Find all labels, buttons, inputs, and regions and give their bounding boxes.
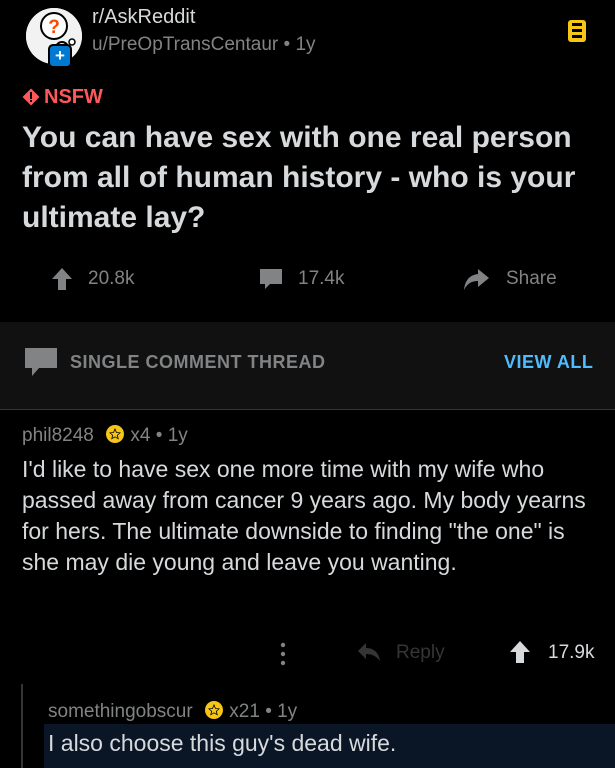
post-author[interactable]: u/PreOpTransCentaur (92, 34, 278, 55)
comment-thread-icon (25, 348, 57, 376)
comment-body: I'd like to have sex one more time with … (22, 456, 586, 575)
svg-text:?: ? (48, 17, 60, 38)
upvote-arrow-icon (510, 641, 530, 663)
post-title[interactable]: You can have sex with one real person fr… (22, 118, 602, 238)
share-button[interactable]: Share (462, 266, 557, 298)
award-icon[interactable] (105, 424, 125, 444)
comment-author[interactable]: phil8248 (22, 425, 94, 446)
comment-action-bar: Reply 17.9k (0, 636, 615, 672)
comment-bubble-icon (260, 269, 282, 289)
upvote-count: 20.8k (88, 268, 135, 289)
post-author-line: u/PreOpTransCentaur • 1y (92, 34, 316, 56)
upvote-button[interactable]: 20.8k (50, 266, 134, 298)
reply-meta: somethingobscur x21 • 1y (48, 700, 297, 723)
add-community-icon[interactable]: + (48, 44, 72, 68)
save-icon[interactable] (567, 19, 587, 43)
comment-award-count: x4 (130, 425, 151, 446)
view-all-link[interactable]: VIEW ALL (504, 352, 593, 373)
nsfw-warning-icon (22, 88, 40, 106)
comment-vote-count: 17.9k (548, 642, 595, 663)
upvote-arrow-icon (52, 268, 72, 290)
reply-author[interactable]: somethingobscur (48, 701, 193, 722)
reply-arrow-icon (358, 643, 380, 661)
reply-button[interactable]: Reply (356, 640, 445, 668)
nsfw-badge: NSFW (44, 86, 103, 108)
post-age: 1y (295, 34, 316, 55)
comment-upvote-button[interactable]: 17.9k (508, 640, 594, 670)
post-action-bar: 20.8k 17.4k Share (0, 258, 615, 302)
post-age-separator: • (283, 34, 291, 55)
reply-body: I also choose this guy's dead wife. (48, 730, 397, 756)
comment-meta: phil8248 x4 • 1y (22, 424, 188, 447)
award-icon[interactable] (204, 700, 224, 720)
share-arrow-icon (464, 269, 489, 290)
single-thread-label: SINGLE COMMENT THREAD (70, 352, 326, 372)
post-header: ? + r/AskReddit u/PreOpTransCentaur • 1y (0, 0, 615, 80)
comment-count: 17.4k (298, 268, 345, 289)
share-label: Share (506, 268, 557, 289)
more-options-icon[interactable] (280, 642, 286, 666)
askreddit-avatar-icon[interactable]: ? + (26, 8, 82, 68)
reply-award-count: x21 (229, 701, 260, 722)
comments-button[interactable]: 17.4k (258, 266, 344, 298)
comment-age: • 1y (155, 425, 188, 446)
reply-age: • 1y (265, 701, 298, 722)
divider (0, 409, 615, 410)
reply-label: Reply (396, 642, 445, 663)
reply-thread-line[interactable] (21, 684, 23, 768)
subreddit-name[interactable]: r/AskReddit (92, 6, 195, 29)
